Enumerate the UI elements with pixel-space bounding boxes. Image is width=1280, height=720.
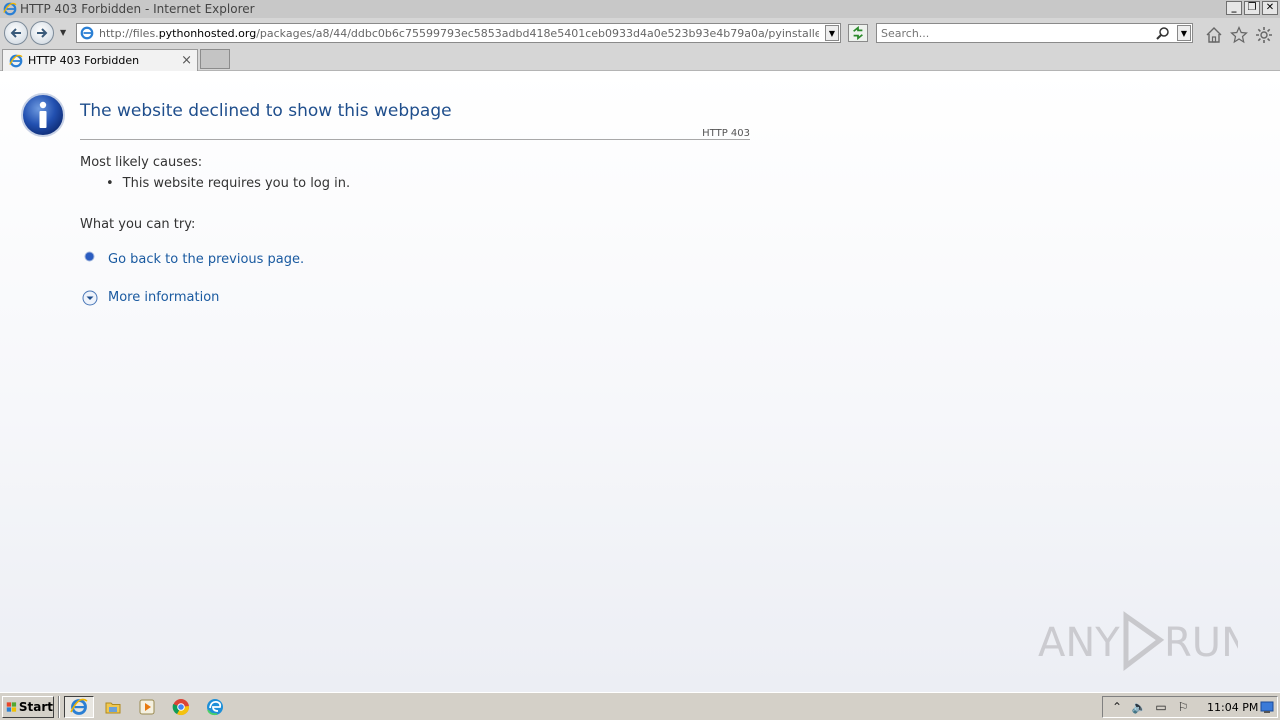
- blue-bullet-icon: [84, 251, 95, 262]
- clock[interactable]: 11:04 PM: [1207, 701, 1258, 714]
- favorites-star-icon[interactable]: [1230, 26, 1248, 44]
- close-window-button[interactable]: ✕: [1262, 1, 1278, 15]
- tab-http-403-forbidden[interactable]: HTTP 403 Forbidden ×: [2, 49, 198, 71]
- folder-icon: [105, 702, 121, 714]
- back-button[interactable]: [4, 21, 28, 45]
- start-label: Start: [18, 700, 53, 714]
- show-desktop-icon[interactable]: [1260, 700, 1274, 714]
- action-center-flag-icon[interactable]: ⚐: [1175, 699, 1191, 715]
- settings-gear-icon[interactable]: [1255, 26, 1273, 44]
- minimize-button[interactable]: _: [1226, 1, 1242, 15]
- taskbar-separator: [58, 696, 60, 718]
- try-heading: What you can try:: [80, 217, 196, 232]
- go-back-link[interactable]: Go back to the previous page.: [108, 252, 304, 267]
- window-title: HTTP 403 Forbidden - Internet Explorer: [20, 2, 255, 16]
- url-text[interactable]: http://files.pythonhosted.org/packages/a…: [99, 27, 819, 40]
- internet-explorer-icon: [3, 2, 17, 16]
- http-status-code: HTTP 403: [702, 128, 750, 139]
- search-icon[interactable]: [1156, 26, 1170, 40]
- causes-heading: Most likely causes:: [80, 155, 203, 170]
- network-icon[interactable]: ▭: [1153, 699, 1169, 715]
- history-dropdown-icon[interactable]: ▼: [60, 28, 66, 37]
- taskbar-edge[interactable]: [200, 696, 230, 718]
- title-bar: HTTP 403 Forbidden - Internet Explorer _…: [0, 0, 1280, 18]
- back-arrow-icon: [10, 28, 21, 38]
- compatibility-refresh-button[interactable]: [848, 24, 868, 42]
- taskbar-chrome[interactable]: [166, 696, 196, 718]
- start-button[interactable]: Start: [2, 696, 54, 718]
- refresh-arrows-icon: [853, 26, 863, 40]
- search-box[interactable]: ▼: [876, 23, 1193, 43]
- expand-chevron-icon[interactable]: [82, 290, 98, 306]
- tab-close-icon[interactable]: ×: [181, 53, 192, 68]
- system-tray: ⌃ 🔈 ▭ ⚐ 11:04 PM: [1102, 696, 1278, 718]
- tab-bar: HTTP 403 Forbidden ×: [0, 47, 1280, 71]
- url-domain: pythonhosted.org: [158, 26, 257, 40]
- page-content: The website declined to show this webpag…: [0, 71, 1280, 692]
- windows-logo-icon: [6, 702, 17, 712]
- show-hidden-icons-icon[interactable]: ⌃: [1109, 699, 1125, 715]
- volume-icon[interactable]: 🔈: [1131, 699, 1147, 715]
- forward-button[interactable]: [30, 21, 54, 45]
- window-controls: _ ❐ ✕: [1226, 1, 1278, 15]
- taskbar: Start ⌃ 🔈 ▭ ⚐ 11:04 PM: [0, 692, 1280, 720]
- edge-icon: [207, 699, 223, 716]
- page-favicon-icon: [80, 26, 94, 40]
- anyrun-watermark-logo: ANY RUN: [1038, 611, 1238, 672]
- search-dropdown-button[interactable]: ▼: [1177, 25, 1191, 41]
- home-icon[interactable]: [1205, 26, 1223, 44]
- search-input[interactable]: [881, 26, 1151, 40]
- address-dropdown-button[interactable]: ▼: [825, 25, 839, 41]
- page-title: The website declined to show this webpag…: [80, 101, 452, 121]
- taskbar-internet-explorer[interactable]: [64, 696, 94, 718]
- chrome-icon: [172, 699, 189, 716]
- tab-label: HTTP 403 Forbidden: [28, 54, 140, 67]
- address-bar[interactable]: http://files.pythonhosted.org/packages/a…: [76, 23, 841, 43]
- media-player-icon: [139, 699, 155, 715]
- svg-text:ANY: ANY: [1038, 620, 1120, 666]
- taskbar-file-explorer[interactable]: [98, 696, 128, 718]
- navigation-bar: ▼ http://files.pythonhosted.org/packages…: [0, 18, 1280, 47]
- svg-text:RUN: RUN: [1164, 620, 1238, 666]
- forward-arrow-icon: [37, 28, 48, 38]
- more-information-link[interactable]: More information: [108, 290, 219, 305]
- info-icon: [21, 93, 65, 137]
- internet-explorer-icon: [70, 698, 88, 715]
- cause-item: This website requires you to log in.: [106, 176, 350, 191]
- tab-favicon-icon: [9, 54, 23, 67]
- restore-button[interactable]: ❐: [1244, 1, 1260, 15]
- taskbar-media-player[interactable]: [132, 696, 162, 718]
- new-tab-button[interactable]: [200, 49, 230, 69]
- heading-divider: [80, 139, 750, 140]
